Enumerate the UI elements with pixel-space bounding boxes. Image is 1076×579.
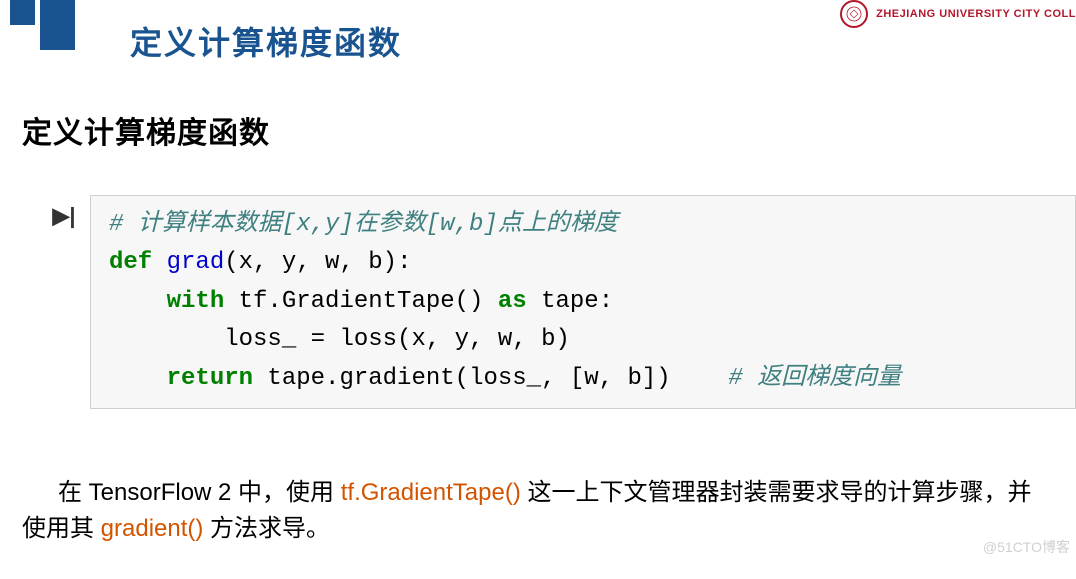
run-cell-icon[interactable]: ▶| [38,195,90,409]
university-seal-icon [840,0,868,28]
code-block: # 计算样本数据[x,y]在参数[w,b]点上的梯度 def grad(x, y… [90,195,1076,409]
para-highlight: tf.GradientTape() [341,479,521,506]
code-keyword-as: as [498,288,527,315]
code-loss-line: loss_ = loss(x, y, w, b) [109,326,570,353]
header-decoration [10,0,75,50]
code-comment-return: # 返回梯度向量 [728,365,901,392]
code-signature: (x, y, w, b): [224,249,411,276]
watermark: @51CTO博客 [983,537,1070,557]
code-keyword-return: return [167,365,253,392]
slide-title: 定义计算梯度函数 [130,18,402,64]
para-text: 在 TensorFlow 2 中，使用 [58,479,341,506]
code-return-body: tape.gradient(loss_, [w, b]) [253,365,728,392]
code-text: tf.GradientTape() [224,288,498,315]
para-highlight: gradient() [101,515,204,542]
code-comment: # 计算样本数据[x,y]在参数[w,b]点上的梯度 [109,211,618,238]
para-text: 方法求导。 [203,515,330,542]
code-text: tape: [527,288,613,315]
decoration-square-large [40,0,75,50]
section-subtitle: 定义计算梯度函数 [22,108,270,152]
decoration-square-small [10,0,35,25]
code-keyword-def: def [109,249,152,276]
explanation-paragraph: 在 TensorFlow 2 中，使用 tf.GradientTape() 这一… [22,475,1054,547]
university-name: ZHEJIANG UNIVERSITY CITY COLL [876,8,1076,20]
code-keyword-with: with [167,288,225,315]
code-function-name: grad [167,249,225,276]
code-container: ▶| # 计算样本数据[x,y]在参数[w,b]点上的梯度 def grad(x… [38,195,1076,409]
university-logo-area: ZHEJIANG UNIVERSITY CITY COLL [840,0,1076,28]
